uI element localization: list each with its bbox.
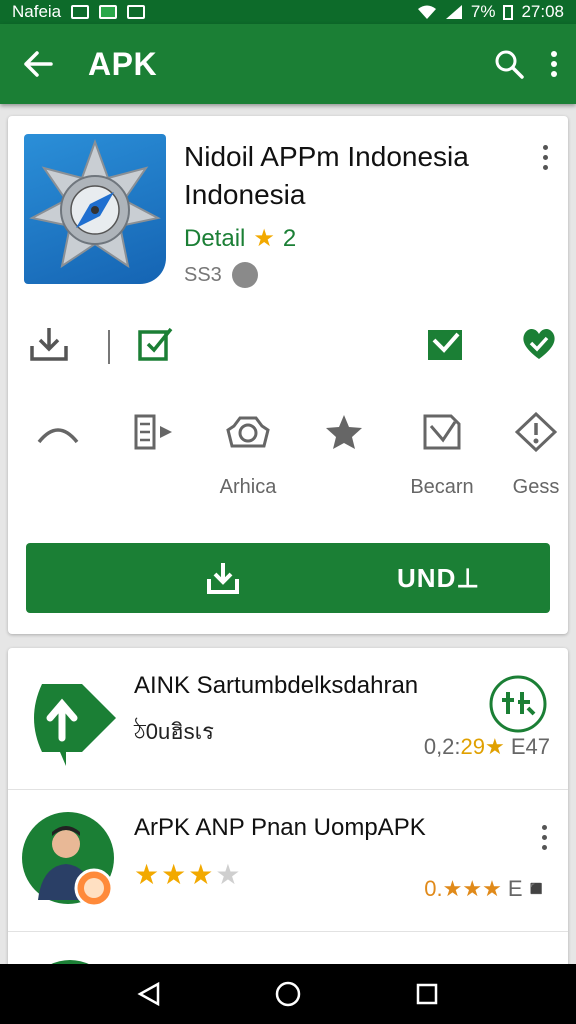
overflow-menu-icon[interactable]: [550, 50, 558, 78]
meta-prefix: 0,2:: [423, 734, 461, 759]
install-button[interactable]: UND⊥: [26, 543, 550, 613]
rating-value: 2: [282, 224, 297, 252]
app-notification-icon: [99, 5, 118, 19]
edit-tag-icon: [423, 414, 461, 450]
avatar: [22, 812, 114, 908]
edit-check-icon[interactable]: [138, 326, 174, 362]
image-notification-icon: [127, 5, 146, 19]
price-text: SS3: [184, 263, 222, 286]
app-detail-card: Nidoil APPm Indonesia Indonesia Detail ★…: [8, 116, 568, 634]
app-name: Nidoil APPm Indonesia Indonesia: [184, 141, 469, 210]
meta-rating: 29★: [460, 734, 505, 759]
content-rating-icon: [231, 262, 258, 288]
police-badge-icon: [29, 139, 161, 269]
detail-label[interactable]: Detail: [184, 225, 245, 253]
app-name: ArPK ANP Pnan UompAPK: [134, 814, 426, 841]
category-label: Gess: [512, 476, 560, 498]
action-row: [24, 322, 555, 372]
dot: [541, 844, 547, 850]
arrow-left-icon: [24, 51, 53, 77]
related-apps-list: AINK Sartumbdelksdahran ঠ0uฮิsเร 0,2:29★…: [8, 648, 568, 980]
chevron-up-icon: [37, 428, 79, 444]
meta-suffix: E◾: [501, 876, 550, 901]
app-options-button[interactable]: [535, 142, 555, 172]
app-meta: 0,2:29★ E47: [424, 734, 550, 760]
info-diamond-icon: [515, 412, 557, 452]
camera-gear-icon: [226, 416, 270, 448]
category-label: Arhica: [219, 476, 277, 498]
search-icon[interactable]: [494, 49, 524, 79]
carrier-text: Nafeia: [12, 2, 62, 21]
star-filled-icon: ★: [161, 859, 189, 890]
signal-icon: [445, 5, 462, 19]
action-divider: [108, 330, 110, 364]
app-subtitle: ঠ0uฮิsเร: [134, 719, 214, 744]
star-empty-icon: ★: [215, 859, 243, 890]
category-item[interactable]: Becarn: [402, 412, 482, 499]
category-item[interactable]: [304, 412, 384, 476]
rating-stars: ★★★★: [134, 858, 242, 891]
dot: [541, 834, 547, 840]
status-right: 7% 27:08: [417, 2, 564, 22]
price-row: SS3: [184, 262, 258, 288]
category-item[interactable]: Gess: [496, 412, 576, 499]
dot: [541, 824, 547, 830]
star-filled-icon: ★: [134, 859, 162, 890]
download-icon: [207, 563, 239, 594]
app-icon: [24, 134, 166, 284]
app-name: AINK Sartumbdelksdahran: [134, 672, 419, 699]
category-item[interactable]: Arhica: [208, 412, 288, 499]
status-left: Nafeia: [12, 2, 146, 22]
app-options-button[interactable]: [534, 822, 554, 852]
category-label: Becarn: [410, 476, 474, 498]
meta-suffix: E47: [504, 734, 550, 759]
list-item[interactable]: AINK Sartumbdelksdahran ঠ0uฮิsเร 0,2:29★…: [8, 648, 568, 790]
meta-rating: ★★★: [442, 876, 502, 901]
dot: [542, 164, 548, 170]
check-chart-icon[interactable]: [426, 326, 466, 362]
page-title: APK: [88, 45, 158, 82]
clock-text: 27:08: [521, 2, 564, 21]
star-icon: [326, 415, 362, 449]
app-bar: APK: [0, 24, 576, 104]
status-bar: Nafeia 7% 27:08: [0, 0, 576, 24]
back-button[interactable]: [18, 44, 58, 84]
upload-cloud-icon: [34, 684, 116, 766]
list-item[interactable]: ArPK ANP Pnan UompAPK ★★★★ 0.★★★ E◾: [8, 790, 568, 932]
device-icon: [134, 414, 172, 450]
recents-square-icon[interactable]: [415, 982, 439, 1006]
meta-prefix: 0.: [424, 876, 443, 901]
battery-text: 7%: [470, 2, 496, 21]
battery-icon: [503, 5, 514, 20]
star-filled-icon: ★: [188, 859, 216, 890]
system-nav-bar: [0, 964, 576, 1024]
wifi-icon: [417, 5, 436, 19]
install-label: UND⊥: [397, 563, 480, 593]
notification-icon: [71, 5, 90, 19]
app-meta: 0.★★★ E◾: [424, 876, 550, 902]
badge-icon: [489, 675, 547, 733]
rating-star-icon: ★: [253, 225, 275, 252]
category-item[interactable]: [114, 412, 194, 476]
heart-check-icon[interactable]: [520, 326, 558, 362]
detail-row: Detail ★ 2: [184, 224, 296, 253]
download-icon[interactable]: [30, 326, 68, 362]
back-triangle-icon[interactable]: [137, 981, 161, 1007]
app-bar-actions: [494, 49, 558, 79]
category-row: Arhica Becarn Gess: [18, 412, 559, 502]
category-item[interactable]: [18, 412, 98, 476]
dot: [542, 154, 548, 160]
dot: [542, 144, 548, 150]
home-circle-icon[interactable]: [274, 980, 302, 1008]
